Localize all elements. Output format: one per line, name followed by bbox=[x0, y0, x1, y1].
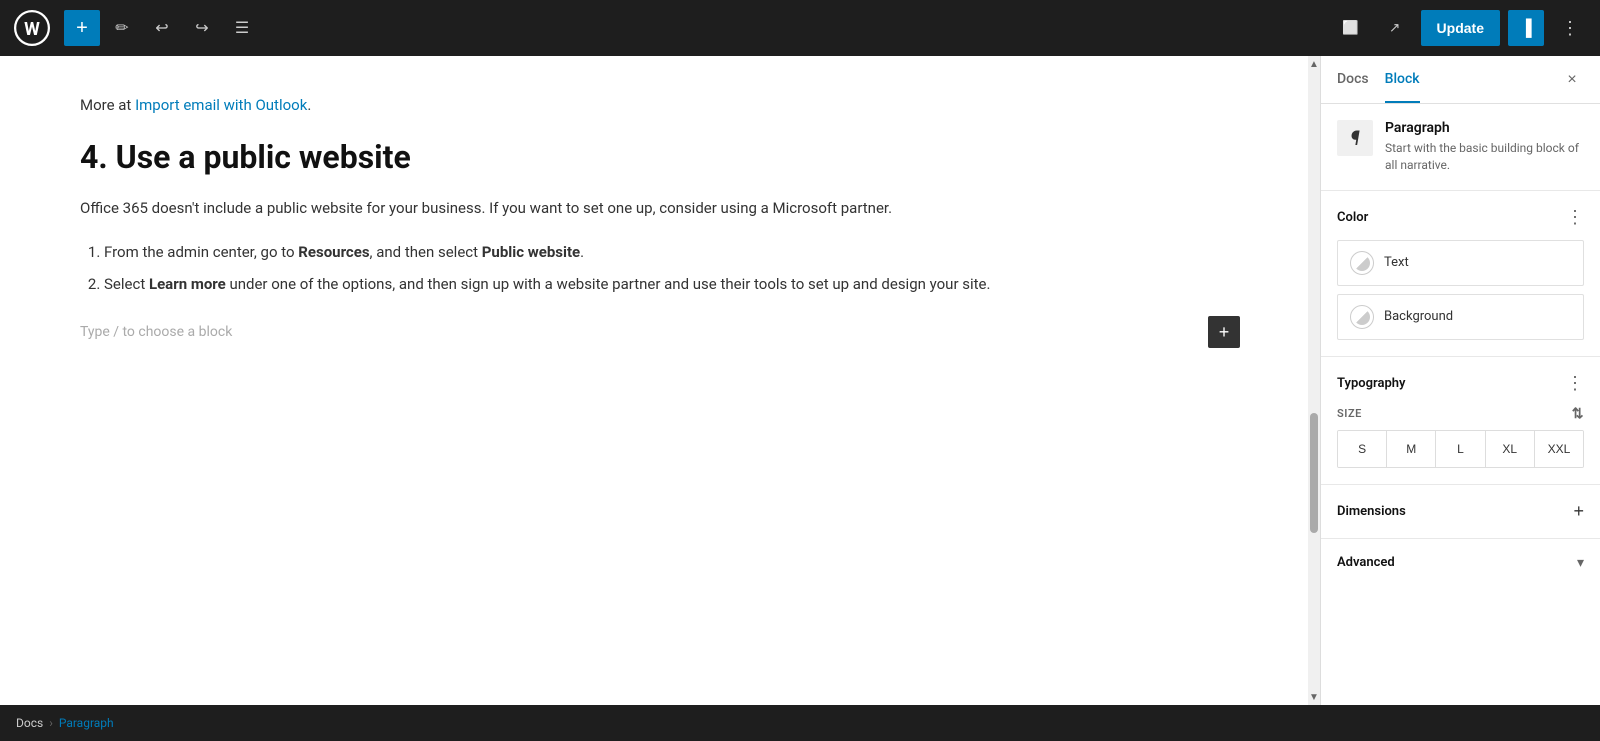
section-heading: 4. Use a public website bbox=[80, 138, 1240, 176]
wp-logo[interactable]: W bbox=[12, 8, 52, 48]
text-color-swatch-inner bbox=[1354, 255, 1370, 271]
scroll-up-arrow[interactable]: ▲ bbox=[1308, 56, 1320, 72]
size-label: SIZE ⇅ bbox=[1337, 406, 1584, 422]
editor-area: More at Import email with Outlook. 4. Us… bbox=[0, 56, 1320, 705]
advanced-title: Advanced bbox=[1337, 555, 1395, 570]
main-area: More at Import email with Outlook. 4. Us… bbox=[0, 56, 1600, 705]
external-link-button[interactable]: ↗ bbox=[1377, 10, 1413, 46]
advanced-header[interactable]: Advanced ▾ bbox=[1337, 555, 1584, 571]
size-xxl-button[interactable]: XXL bbox=[1535, 431, 1583, 467]
size-l-button[interactable]: L bbox=[1436, 431, 1485, 467]
background-color-label: Background bbox=[1384, 309, 1453, 324]
block-info-desc: Start with the basic building block of a… bbox=[1385, 140, 1584, 174]
size-controls-icon[interactable]: ⇅ bbox=[1572, 406, 1584, 422]
list-view-button[interactable]: ☰ bbox=[224, 10, 260, 46]
color-section-header: Color ⋮ bbox=[1337, 207, 1584, 228]
chevron-down-icon: ▾ bbox=[1577, 555, 1584, 571]
background-color-option[interactable]: Background bbox=[1337, 294, 1584, 340]
block-adder[interactable]: Type / to choose a block + bbox=[80, 316, 1240, 348]
list-item: Select Learn more under one of the optio… bbox=[104, 272, 1240, 296]
dimensions-title: Dimensions bbox=[1337, 504, 1406, 519]
text-color-label: Text bbox=[1384, 255, 1409, 270]
add-block-inline-button[interactable]: + bbox=[1208, 316, 1240, 348]
breadcrumb: Docs › Paragraph bbox=[0, 705, 1600, 741]
sidebar-panel: Docs Block × ¶ Paragraph Start with the … bbox=[1320, 56, 1600, 705]
block-info-text: Paragraph Start with the basic building … bbox=[1385, 120, 1584, 174]
background-color-swatch bbox=[1350, 305, 1374, 329]
more-options-button[interactable]: ⋮ bbox=[1552, 10, 1588, 46]
pencil-icon: ✏ bbox=[115, 18, 128, 38]
undo-button[interactable]: ↩ bbox=[144, 10, 180, 46]
desktop-icon: ⬜ bbox=[1342, 20, 1359, 36]
paragraph-icon: ¶ bbox=[1337, 120, 1373, 156]
scroll-down-arrow[interactable]: ▼ bbox=[1308, 689, 1320, 705]
scrollbar-thumb[interactable] bbox=[1310, 413, 1318, 533]
block-info-title: Paragraph bbox=[1385, 120, 1584, 136]
add-block-button[interactable]: + bbox=[64, 10, 100, 46]
redo-button[interactable]: ↪ bbox=[184, 10, 220, 46]
background-color-swatch-inner bbox=[1354, 309, 1370, 325]
intro-paragraph: More at Import email with Outlook. bbox=[80, 96, 1240, 114]
editor-scrollbar[interactable]: ▲ ▼ bbox=[1308, 56, 1320, 705]
ellipsis-icon: ⋮ bbox=[1561, 18, 1579, 39]
list-item: From the admin center, go to Resources, … bbox=[104, 240, 1240, 264]
editor-scroll[interactable]: More at Import email with Outlook. 4. Us… bbox=[0, 56, 1320, 705]
body-paragraph: Office 365 doesn't include a public webs… bbox=[80, 196, 1240, 220]
block-info: ¶ Paragraph Start with the basic buildin… bbox=[1321, 104, 1600, 191]
svg-text:W: W bbox=[24, 19, 40, 40]
color-section: Color ⋮ Text Background bbox=[1321, 191, 1600, 357]
toolbar-right: ⬜ ↗ Update ▐ ⋮ bbox=[1333, 10, 1588, 46]
breadcrumb-separator: › bbox=[49, 716, 53, 730]
sidebar-header: Docs Block × bbox=[1321, 56, 1600, 104]
update-button[interactable]: Update bbox=[1421, 10, 1500, 46]
dimensions-add-button[interactable]: + bbox=[1573, 501, 1584, 522]
sidebar-close-button[interactable]: × bbox=[1560, 68, 1584, 92]
sidebar-toggle-button[interactable]: ▐ bbox=[1508, 10, 1544, 46]
text-color-option[interactable]: Text bbox=[1337, 240, 1584, 286]
ordered-list: From the admin center, go to Resources, … bbox=[80, 240, 1240, 296]
size-xl-button[interactable]: XL bbox=[1486, 431, 1535, 467]
plus-icon: + bbox=[76, 17, 88, 40]
color-section-title: Color bbox=[1337, 210, 1368, 225]
undo-icon: ↩ bbox=[155, 18, 168, 38]
advanced-section: Advanced ▾ bbox=[1321, 539, 1600, 587]
outlook-link[interactable]: Import email with Outlook bbox=[135, 96, 307, 114]
dimensions-section: Dimensions + bbox=[1321, 485, 1600, 539]
tools-button[interactable]: ✏ bbox=[104, 10, 140, 46]
list-icon: ☰ bbox=[235, 18, 249, 38]
size-s-button[interactable]: S bbox=[1338, 431, 1387, 467]
typography-more-button[interactable]: ⋮ bbox=[1566, 373, 1584, 394]
block-placeholder-text: Type / to choose a block bbox=[80, 324, 232, 340]
size-m-button[interactable]: M bbox=[1387, 431, 1436, 467]
text-color-swatch bbox=[1350, 251, 1374, 275]
breadcrumb-paragraph[interactable]: Paragraph bbox=[59, 716, 114, 730]
redo-icon: ↪ bbox=[195, 18, 208, 38]
breadcrumb-docs[interactable]: Docs bbox=[16, 716, 43, 730]
size-buttons: S M L XL XXL bbox=[1337, 430, 1584, 468]
desktop-view-button[interactable]: ⬜ bbox=[1333, 10, 1369, 46]
color-more-button[interactable]: ⋮ bbox=[1566, 207, 1584, 228]
dimensions-header: Dimensions + bbox=[1337, 501, 1584, 522]
block-tab[interactable]: Block bbox=[1385, 57, 1420, 103]
typography-header: Typography ⋮ bbox=[1337, 373, 1584, 394]
typography-title: Typography bbox=[1337, 376, 1406, 391]
add-block-plus-icon: + bbox=[1219, 322, 1230, 343]
external-link-icon: ↗ bbox=[1389, 20, 1400, 36]
top-toolbar: W + ✏ ↩ ↪ ☰ ⬜ ↗ Update ▐ ⋮ bbox=[0, 0, 1600, 56]
typography-section: Typography ⋮ SIZE ⇅ S M L XL XXL bbox=[1321, 357, 1600, 485]
sidebar-icon: ▐ bbox=[1520, 18, 1531, 38]
docs-tab[interactable]: Docs bbox=[1337, 57, 1369, 103]
